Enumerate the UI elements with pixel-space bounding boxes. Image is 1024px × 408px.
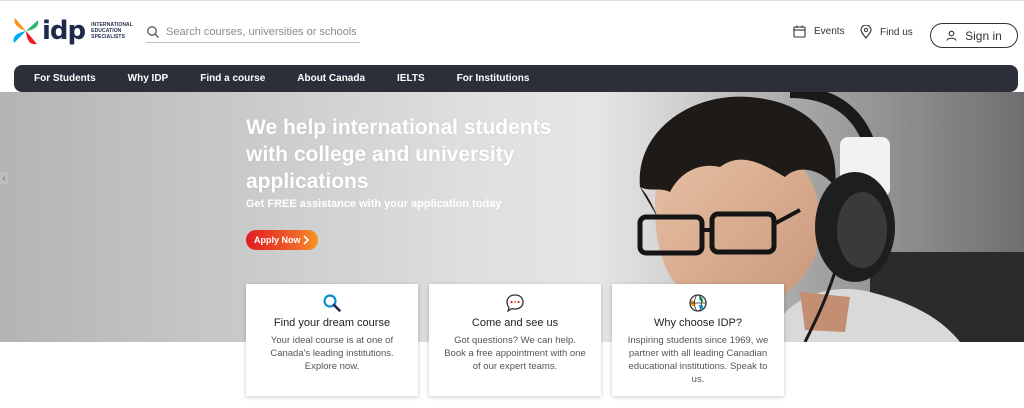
idp-logo-mark-icon [13, 18, 39, 45]
sign-in-button[interactable]: Sign in [930, 23, 1018, 48]
card-text: Inspiring students since 1969, we partne… [627, 335, 769, 385]
nav-item-find-a-course[interactable]: Find a course [200, 73, 265, 84]
search-input[interactable] [166, 25, 356, 38]
apply-now-button[interactable]: Apply Now [246, 230, 318, 250]
logo-tagline-line: SPECIALISTS [91, 34, 126, 40]
hero-title: We help international students with coll… [246, 116, 552, 193]
globe-icon [689, 294, 707, 312]
calendar-icon [793, 25, 806, 38]
logo-tagline: INTERNATIONAL EDUCATION SPECIALISTS [91, 22, 133, 40]
card-title: Find your dream course [273, 317, 391, 329]
card-text: Your ideal course is at one of Canada's … [270, 335, 394, 372]
hero-subtitle: Get FREE assistance with your applicatio… [246, 198, 502, 210]
logo-wordmark: idp [42, 16, 86, 46]
nav-item-for-institutions[interactable]: For Institutions [457, 73, 530, 84]
site-header: idp INTERNATIONAL EDUCATION SPECIALISTS … [0, 0, 1024, 64]
events-link[interactable]: Events [793, 25, 845, 38]
card-why-choose-idp[interactable]: Why choose IDP? Inspiring students since… [612, 284, 784, 396]
card-title: Why choose IDP? [653, 317, 743, 329]
main-nav: For Students Why IDP Find a course About… [14, 65, 1018, 92]
location-pin-icon [860, 25, 872, 39]
user-icon [946, 30, 957, 41]
search-icon [147, 25, 159, 38]
sign-in-label: Sign in [965, 28, 1002, 43]
events-label: Events [814, 26, 845, 37]
card-title: Come and see us [471, 317, 559, 329]
chat-bubble-icon [506, 294, 524, 313]
find-us-link[interactable]: Find us [860, 25, 913, 39]
chevron-right-icon [303, 235, 310, 245]
nav-item-why-idp[interactable]: Why IDP [128, 73, 169, 84]
apply-now-label: Apply Now [254, 235, 301, 245]
idp-logo[interactable]: idp INTERNATIONAL EDUCATION SPECIALISTS [12, 15, 133, 47]
card-come-see-us[interactable]: Come and see us Got questions? We can he… [429, 284, 601, 396]
card-text: Got questions? We can help. Book a free … [444, 335, 586, 372]
slider-prev-button[interactable]: ‹ [0, 172, 8, 184]
find-us-label: Find us [880, 26, 913, 38]
magnifier-icon [323, 294, 341, 312]
card-find-course[interactable]: Find your dream course Your ideal course… [246, 284, 418, 396]
search-bar[interactable] [146, 21, 360, 43]
nav-item-ielts[interactable]: IELTS [397, 73, 425, 84]
nav-item-for-students[interactable]: For Students [34, 73, 96, 84]
nav-item-about-canada[interactable]: About Canada [297, 73, 365, 84]
